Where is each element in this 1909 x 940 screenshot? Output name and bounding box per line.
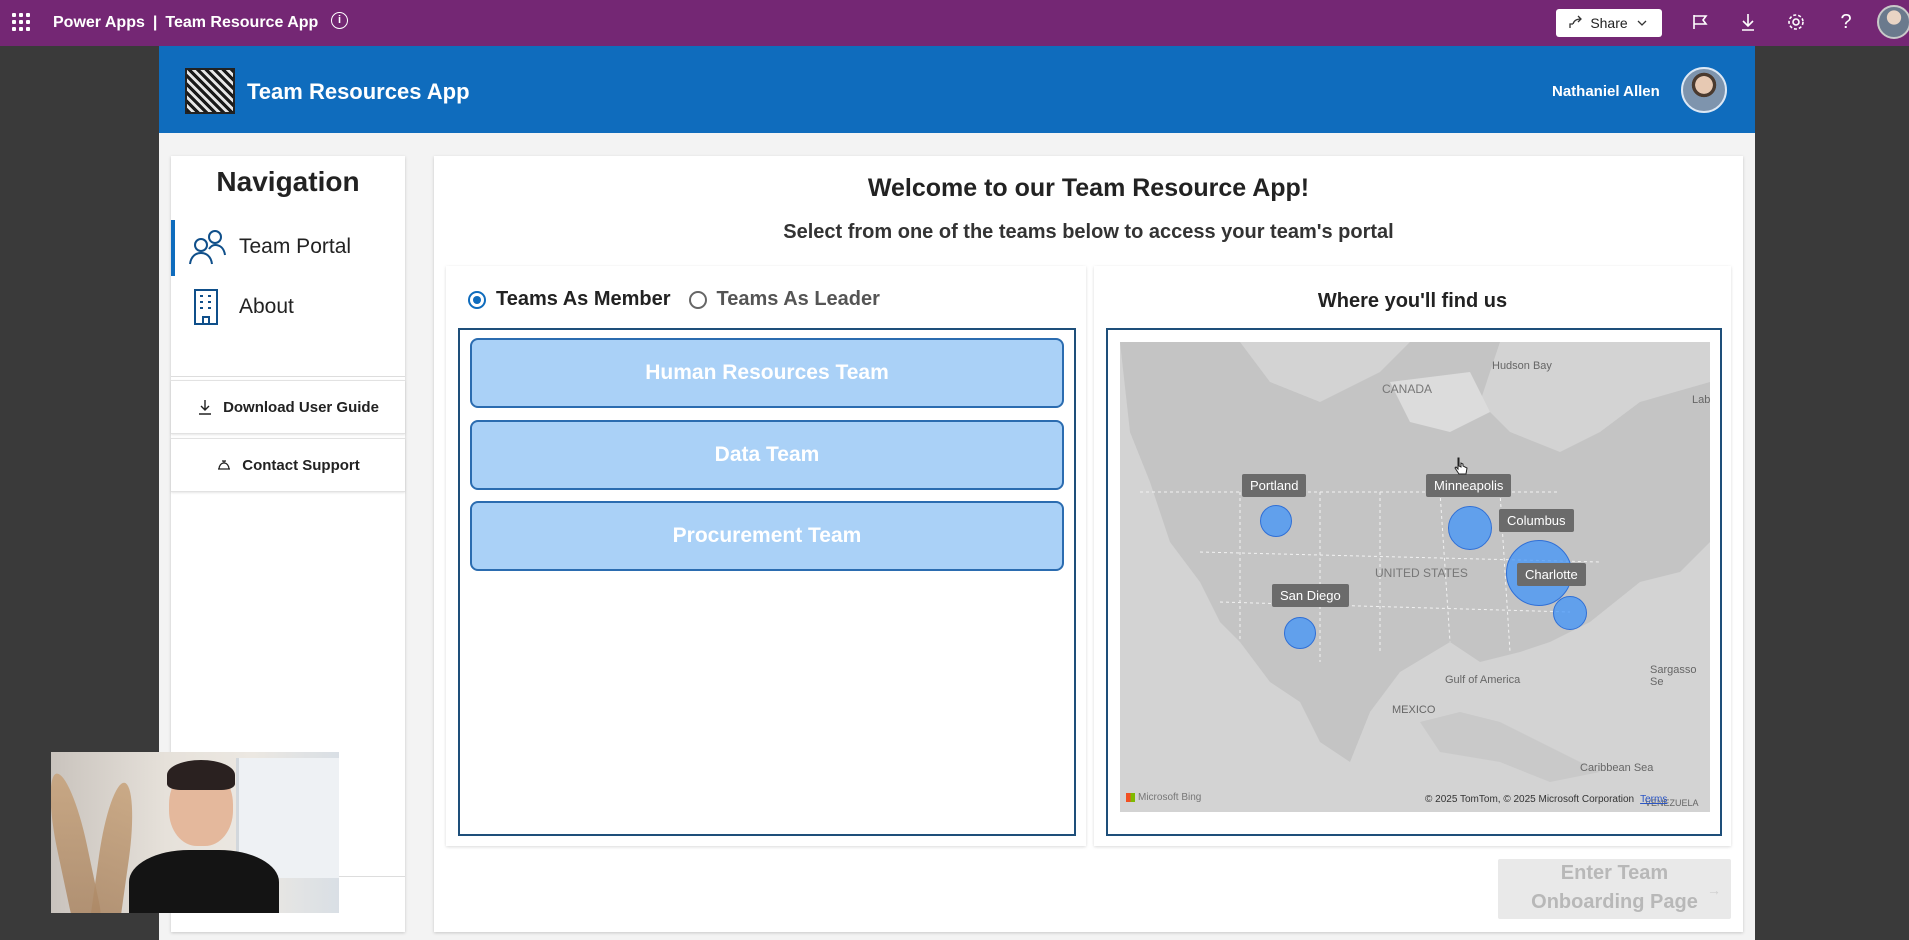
download-icon[interactable] bbox=[1737, 11, 1761, 35]
app-checker-icon[interactable] bbox=[1690, 11, 1714, 35]
mouse-cursor-icon bbox=[1454, 457, 1468, 475]
share-icon bbox=[1569, 15, 1583, 28]
nav-divider bbox=[171, 376, 405, 377]
teams-panel: Teams As Member Teams As Leader Human Re… bbox=[446, 266, 1086, 846]
team-button-procurement[interactable]: Procurement Team bbox=[470, 501, 1064, 571]
radio-teams-as-member[interactable]: Teams As Member bbox=[468, 288, 671, 311]
nav-item-about[interactable]: About bbox=[171, 276, 405, 338]
microsoft-logo-icon bbox=[1126, 793, 1135, 802]
webcam-person-hair bbox=[167, 760, 235, 790]
settings-gear-icon[interactable] bbox=[1785, 11, 1809, 35]
map-tag-charlotte: Charlotte bbox=[1517, 563, 1586, 586]
title-separator: | bbox=[152, 14, 158, 31]
account-avatar[interactable] bbox=[1877, 5, 1909, 39]
radio-teams-as-leader[interactable]: Teams As Leader bbox=[688, 288, 880, 311]
map-panel: Where you'll find us Hudson Bay CANADA L… bbox=[1094, 266, 1731, 846]
bing-attribution-label: Microsoft Bing bbox=[1138, 792, 1202, 803]
team-button-human-resources[interactable]: Human Resources Team bbox=[470, 338, 1064, 408]
map-bubble-charlotte[interactable] bbox=[1553, 596, 1587, 630]
map-label-canada: CANADA bbox=[1382, 382, 1433, 396]
map-tag-columbus: Columbus bbox=[1499, 509, 1574, 532]
welcome-heading: Welcome to our Team Resource App! bbox=[867, 174, 1310, 202]
app-logo bbox=[185, 68, 235, 114]
map-label-sargasso: Sargasso Se bbox=[1650, 664, 1697, 688]
map-bubble-minneapolis[interactable] bbox=[1448, 506, 1492, 550]
arrow-right-icon: → bbox=[1707, 882, 1721, 898]
share-button[interactable]: Share bbox=[1556, 9, 1662, 37]
app-name: Team Resource App bbox=[165, 14, 319, 31]
help-icon[interactable]: ? bbox=[1834, 11, 1858, 35]
bing-attribution: Microsoft Bing bbox=[1126, 792, 1201, 803]
navigation-title: Navigation bbox=[216, 166, 360, 197]
map-label-caribbean: Caribbean Sea bbox=[1580, 762, 1654, 774]
contact-support-label: Contact Support bbox=[242, 456, 360, 474]
app-canvas: Team Resources App Nathaniel Allen Navig… bbox=[159, 46, 1755, 940]
map-label-mexico: MEXICO bbox=[1392, 704, 1436, 716]
info-icon[interactable]: i bbox=[331, 12, 348, 29]
teams-gallery: Human Resources Team Data Team Procureme… bbox=[458, 328, 1076, 836]
webcam-person-body bbox=[129, 850, 279, 913]
product-name: Power Apps bbox=[53, 14, 145, 31]
radio-leader-label: Teams As Leader bbox=[716, 288, 880, 310]
map-label-labrador: Lab bbox=[1692, 394, 1710, 406]
map-tag-san-diego: San Diego bbox=[1272, 584, 1349, 607]
team-role-radio-group: Teams As Member Teams As Leader bbox=[468, 288, 898, 311]
map-label-united-states: UNITED STATES bbox=[1375, 566, 1468, 580]
nav-label-team-portal: Team Portal bbox=[239, 235, 352, 258]
building-icon bbox=[187, 287, 227, 327]
locations-map[interactable]: Hudson Bay CANADA Lab UNITED STATES Gulf… bbox=[1120, 342, 1710, 812]
radio-selected-indicator bbox=[468, 290, 486, 309]
app-header: Team Resources App Nathaniel Allen bbox=[159, 46, 1755, 133]
app-title: Team Resources App bbox=[247, 79, 470, 104]
main-content: Welcome to our Team Resource App! Select… bbox=[434, 156, 1743, 932]
nav-label-about: About bbox=[239, 295, 294, 318]
map-frame: Hudson Bay CANADA Lab UNITED STATES Gulf… bbox=[1106, 328, 1722, 836]
map-title: Where you'll find us bbox=[1317, 290, 1508, 312]
user-avatar bbox=[1681, 67, 1727, 113]
map-tag-portland: Portland bbox=[1242, 474, 1307, 497]
topbar-title: Power Apps | Team Resource App bbox=[53, 14, 318, 32]
map-bubble-san-diego[interactable] bbox=[1284, 617, 1316, 649]
app-launcher-icon[interactable] bbox=[12, 13, 30, 31]
chevron-down-icon bbox=[1637, 20, 1647, 26]
map-copyright-text: © 2025 TomTom, © 2025 Microsoft Corporat… bbox=[1425, 794, 1635, 805]
download-icon bbox=[199, 400, 212, 415]
download-user-guide-button[interactable]: Download User Guide bbox=[171, 380, 405, 434]
enter-button-line1: Enter Team bbox=[1560, 862, 1669, 884]
welcome-subtitle: Select from one of the teams below to ac… bbox=[783, 221, 1394, 243]
map-tag-minneapolis: Minneapolis bbox=[1426, 474, 1512, 497]
enter-team-onboarding-button[interactable]: Enter Team Onboarding Page → bbox=[1498, 859, 1731, 919]
team-button-data[interactable]: Data Team bbox=[470, 420, 1064, 490]
enter-button-line2: Onboarding Page bbox=[1531, 891, 1698, 913]
nav-item-team-portal[interactable]: Team Portal bbox=[171, 216, 405, 278]
map-terms-link[interactable]: Terms bbox=[1640, 794, 1667, 805]
presenter-webcam-overlay bbox=[51, 752, 339, 913]
map-label-hudson-bay: Hudson Bay bbox=[1492, 360, 1552, 372]
map-label-gulf: Gulf of America bbox=[1445, 674, 1521, 686]
user-name: Nathaniel Allen bbox=[1552, 83, 1660, 100]
service-bell-icon bbox=[218, 460, 231, 470]
contact-support-button[interactable]: Contact Support bbox=[171, 438, 405, 492]
people-icon bbox=[187, 227, 227, 267]
radio-unselected-indicator bbox=[688, 290, 707, 309]
powerapps-topbar: Power Apps | Team Resource App i Share ? bbox=[0, 0, 1909, 46]
map-copyright: © 2025 TomTom, © 2025 Microsoft Corporat… bbox=[1425, 794, 1667, 805]
share-label: Share bbox=[1590, 15, 1628, 31]
radio-member-label: Teams As Member bbox=[496, 288, 671, 310]
map-bubble-portland[interactable] bbox=[1260, 505, 1292, 537]
download-user-guide-label: Download User Guide bbox=[223, 398, 379, 416]
